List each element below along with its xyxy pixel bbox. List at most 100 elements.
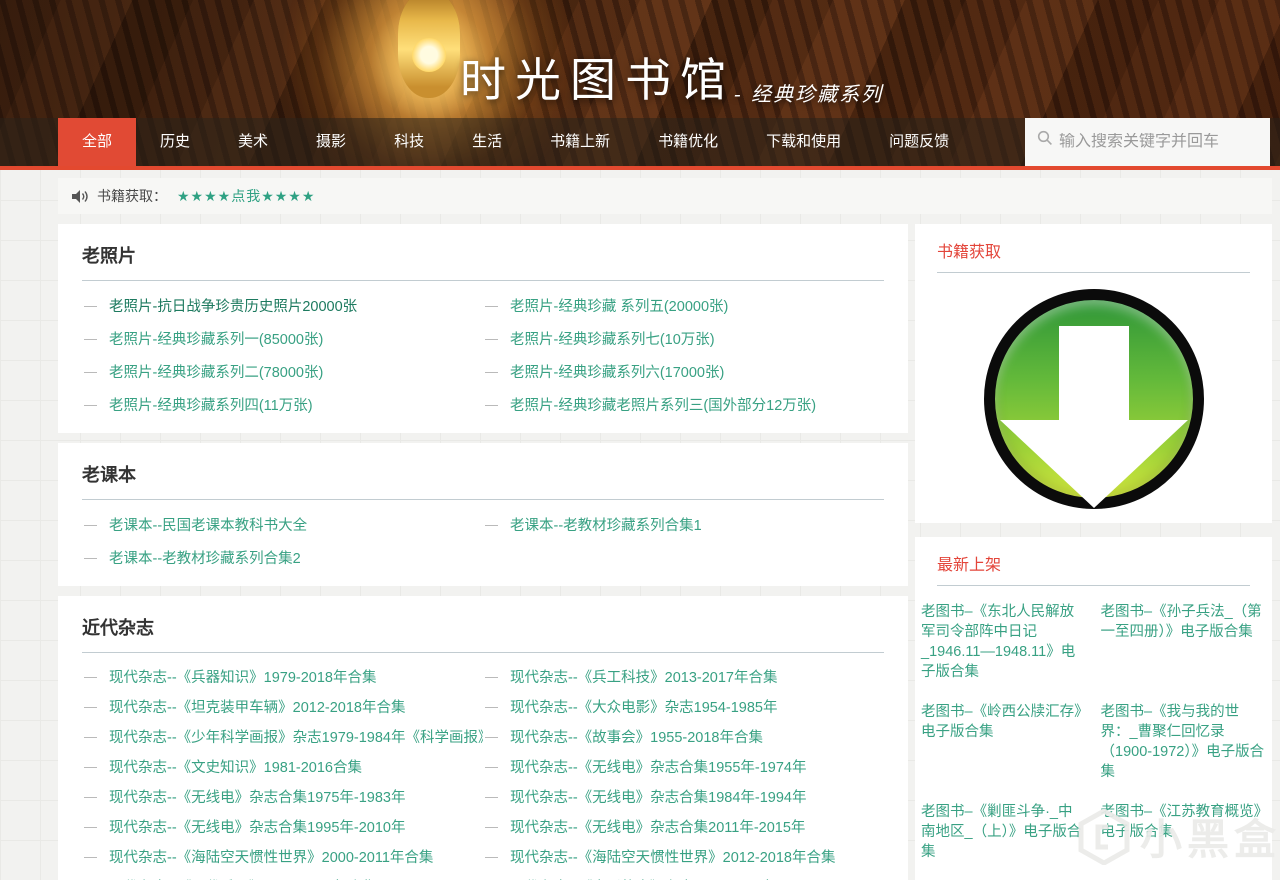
tab-photography[interactable]: 摄影 [292, 118, 370, 166]
book-link[interactable]: 现代杂志--《坦克装甲车辆》2012-2018年合集 [109, 696, 406, 717]
tab-life[interactable]: 生活 [448, 118, 526, 166]
dash-bullet-icon: — [485, 397, 498, 412]
list-item: — 老照片-经典珍藏 系列五(20000张) [483, 289, 884, 322]
dash-bullet-icon: — [84, 788, 97, 804]
dash-bullet-icon: — [84, 298, 97, 313]
book-link[interactable]: 现代杂志--《无线电》杂志合集1995年-2010年 [109, 816, 406, 837]
list-item: — 老照片-经典珍藏系列七(10万张) [483, 322, 884, 355]
dash-bullet-icon: — [485, 517, 498, 532]
book-link[interactable]: 老照片-经典珍藏 系列五(20000张) [510, 295, 728, 316]
section-old-photos: 老照片 — 老照片-抗日战争珍贵历史照片20000张 — 老照片-经典珍藏系列一(8… [58, 224, 908, 433]
list-item: — 现代杂志--《兵工科技》2013-2017年合集 [483, 661, 884, 691]
book-link[interactable]: 现代杂志--《文史知识》1981-2016合集 [109, 756, 362, 777]
tab-all[interactable]: 全部 [58, 118, 137, 166]
book-link[interactable]: 老课本--民国老课本教科书大全 [109, 514, 307, 535]
list-item: — 现代杂志--《少年科学画报》杂志1979-1984年《科学画报》 [82, 721, 483, 751]
site-title: 时光图书馆 [460, 53, 735, 107]
main-column: 老照片 — 老照片-抗日战争珍贵历史照片20000张 — 老照片-经典珍藏系列一(8… [58, 224, 908, 880]
site-subtitle: - 经典珍藏系列 [734, 82, 884, 106]
lantern-image [398, 0, 460, 98]
book-link[interactable]: 现代杂志--《无线电》杂志合集1975年-1983年 [109, 786, 406, 807]
dash-bullet-icon: — [485, 668, 498, 684]
book-link[interactable]: 老图书–《东北人民解放军司令部阵中日记_1946.11—1948.11》电子版合… [921, 602, 1087, 682]
book-link[interactable]: 现代杂志--《海陆空天惯性世界》2012-2018年合集 [510, 846, 836, 867]
dash-bullet-icon: — [485, 788, 498, 804]
tab-new-books[interactable]: 书籍上新 [526, 118, 634, 166]
book-link[interactable]: 老照片-经典珍藏系列四(11万张) [109, 394, 313, 415]
dash-bullet-icon: — [84, 364, 97, 379]
section-title: 老照片 [82, 246, 136, 266]
search-box [1025, 118, 1270, 166]
divider [937, 585, 1250, 586]
book-link[interactable]: 老图书–《江苏教育概览》电子版合集 [1101, 802, 1267, 862]
book-link[interactable]: 现代杂志--《兵工科技》2013-2017年合集 [510, 666, 778, 687]
book-link[interactable]: 现代杂志--《故事会》1955-2018年合集 [510, 726, 763, 747]
section-modern-magazines: 近代杂志 — 现代杂志--《兵器知识》1979-2018年合集 — 现代杂志--《坦… [58, 596, 908, 880]
announcement-link[interactable]: ★★★★点我★★★★ [177, 186, 315, 206]
tab-feedback[interactable]: 问题反馈 [865, 118, 973, 166]
dash-bullet-icon: — [84, 397, 97, 412]
book-link[interactable]: 老图书–《孙子兵法_（第一至四册）》电子版合集 [1101, 602, 1267, 682]
book-link[interactable]: 现代杂志--《电影故事》杂志1979-1987年 [510, 876, 778, 880]
book-link[interactable]: 现代杂志--《无线电》杂志合集1984年-1994年 [510, 786, 807, 807]
book-link[interactable]: 老图书–《剿匪斗争·_中南地区_（上）》电子版合集 [921, 802, 1087, 862]
list-item: — 老课本--老教材珍藏系列合集1 [483, 508, 884, 541]
book-link[interactable]: 现代杂志--《海陆空天惯性世界》2000-2011年合集 [109, 846, 433, 867]
book-link[interactable]: 老课本--老教材珍藏系列合集1 [510, 514, 702, 535]
download-arrow-stem [1058, 326, 1129, 420]
link-list: — 现代杂志--《兵工科技》2013-2017年合集 — 现代杂志--《大众电影》杂… [483, 661, 884, 880]
list-item: — 老课本--老教材珍藏系列合集2 [82, 541, 483, 574]
sidebar: 书籍获取 最新上架 老图书–《东北人民解放军司令部阵中日记_1946.11—19… [915, 224, 1272, 880]
link-list: — 老课本--老教材珍藏系列合集1 [483, 508, 884, 574]
list-item: — 现代杂志--《无线电》杂志合集2011年-2015年 [483, 811, 884, 841]
book-link[interactable]: 现代杂志--《大众电影》杂志1954-1985年 [510, 696, 778, 717]
list-item: — 老照片-经典珍藏系列二(78000张) [82, 355, 483, 388]
book-link[interactable]: 现代杂志--《现代兵器》2012-2018年合集 [109, 876, 377, 880]
dash-bullet-icon: — [485, 758, 498, 774]
section-old-textbooks: 老课本 — 老课本--民国老课本教科书大全 — 老课本--老教材珍藏系列合集2 — 老… [58, 443, 908, 586]
tab-download-usage[interactable]: 下载和使用 [742, 118, 865, 166]
dash-bullet-icon: — [485, 848, 498, 864]
dash-bullet-icon: — [485, 818, 498, 834]
header-banner: 时光图书馆 - 经典珍藏系列 全部 历史 美术 摄影 科技 生活 书籍上新 书籍… [0, 0, 1280, 170]
book-link[interactable]: 老图书–《我与我的世界：_曹聚仁回忆录（1900-1972）》电子版合集 [1101, 702, 1267, 782]
book-link[interactable]: 老课本--老教材珍藏系列合集2 [109, 547, 301, 568]
link-list: — 老课本--民国老课本教科书大全 — 老课本--老教材珍藏系列合集2 [82, 508, 483, 574]
tab-art[interactable]: 美术 [214, 118, 292, 166]
widget-title: 书籍获取 [937, 244, 1002, 261]
dash-bullet-icon: — [485, 331, 498, 346]
link-list: — 老照片-经典珍藏 系列五(20000张) — 老照片-经典珍藏系列七(10万张)… [483, 289, 884, 421]
book-link[interactable]: 老照片-经典珍藏老照片系列三(国外部分12万张) [510, 394, 816, 415]
list-item: — 现代杂志--《故事会》1955-2018年合集 [483, 721, 884, 751]
book-link[interactable]: 现代杂志--《无线电》杂志合集1955年-1974年 [510, 756, 807, 777]
dash-bullet-icon: — [84, 550, 97, 565]
book-link[interactable]: 现代杂志--《少年科学画报》杂志1979-1984年《科学画报》 [109, 726, 483, 747]
widget-book-download: 书籍获取 [915, 224, 1272, 523]
tab-book-optimization[interactable]: 书籍优化 [634, 118, 742, 166]
list-item: — 现代杂志--《海陆空天惯性世界》2000-2011年合集 [82, 841, 483, 871]
book-link[interactable]: 现代杂志--《无线电》杂志合集2011年-2015年 [510, 816, 805, 837]
book-link[interactable]: 老照片-经典珍藏系列六(17000张) [510, 361, 724, 382]
list-item: — 现代杂志--《大众电影》杂志1954-1985年 [483, 691, 884, 721]
tab-technology[interactable]: 科技 [370, 118, 448, 166]
dash-bullet-icon: — [485, 364, 498, 379]
dash-bullet-icon: — [485, 728, 498, 744]
book-link[interactable]: 现代杂志--《兵器知识》1979-2018年合集 [109, 666, 377, 687]
book-link[interactable]: 老照片-经典珍藏系列七(10万张) [510, 328, 715, 349]
dash-bullet-icon: — [84, 728, 97, 744]
dash-bullet-icon: — [84, 668, 97, 684]
speaker-icon [72, 189, 88, 203]
download-arrow-icon[interactable] [983, 289, 1204, 509]
book-link[interactable]: 老照片-经典珍藏系列二(78000张) [109, 361, 323, 382]
section-title: 近代杂志 [82, 618, 154, 638]
list-item: — 现代杂志--《坦克装甲车辆》2012-2018年合集 [82, 691, 483, 721]
announcement-label: 书籍获取： [97, 188, 167, 204]
divider [82, 499, 884, 500]
book-link[interactable]: 老照片-经典珍藏系列一(85000张) [109, 328, 323, 349]
tab-history[interactable]: 历史 [136, 118, 214, 166]
lantern-glow [412, 38, 446, 72]
book-link[interactable]: 老照片-抗日战争珍贵历史照片20000张 [109, 295, 357, 316]
search-input[interactable] [1059, 133, 1260, 151]
book-link[interactable]: 老图书–《岭西公牍汇存》电子版合集 [921, 702, 1087, 782]
list-item: — 现代杂志--《无线电》杂志合集1955年-1974年 [483, 751, 884, 781]
